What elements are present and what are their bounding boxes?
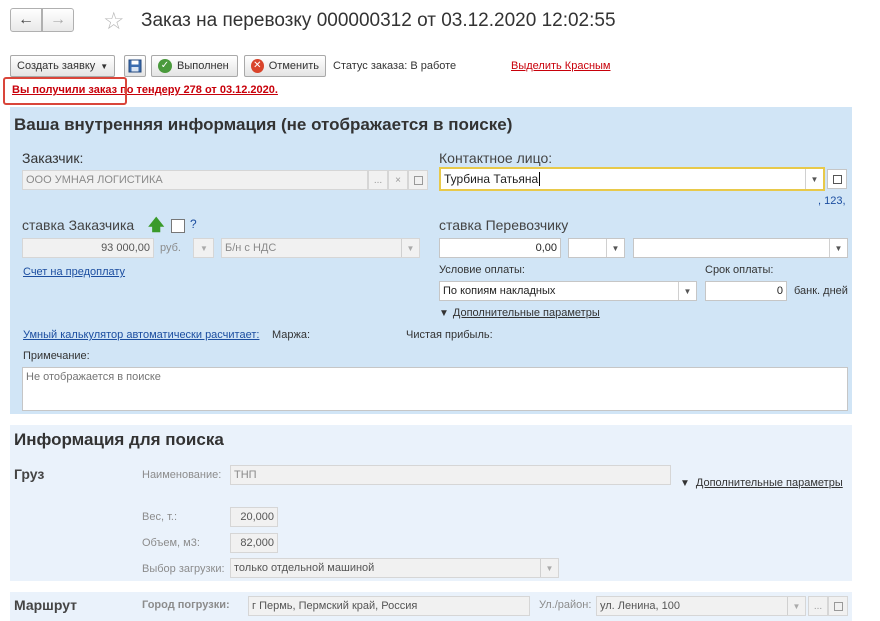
customer-rate-checkbox[interactable] bbox=[171, 219, 185, 233]
forward-button[interactable]: → bbox=[42, 8, 74, 32]
triangle-down-icon: ▼ bbox=[680, 478, 690, 489]
prepayment-invoice-link[interactable]: Счет на предоплату bbox=[23, 266, 125, 278]
page-title: Заказ на перевозку 000000312 от 03.12.20… bbox=[141, 10, 616, 31]
floppy-disk-icon bbox=[128, 59, 142, 73]
chevron-down-icon: ▼ bbox=[792, 601, 801, 611]
carrier-vat-dropdown-button[interactable]: ▼ bbox=[829, 239, 847, 257]
carrier-currency-dropdown-button[interactable]: ▼ bbox=[606, 239, 624, 257]
margin-label: Маржа: bbox=[272, 329, 311, 341]
street-open-button bbox=[828, 596, 848, 616]
arrow-left-icon: ← bbox=[18, 11, 34, 28]
weight-field: 20,000 bbox=[230, 507, 278, 527]
payment-term-label: Срок оплаты: bbox=[705, 264, 774, 276]
carrier-currency-dropdown[interactable]: ▼ bbox=[568, 238, 625, 258]
smart-calculator-link[interactable]: Умный калькулятор автоматически расчитае… bbox=[23, 329, 259, 341]
open-window-icon bbox=[833, 601, 843, 611]
weight-label: Вес, т.: bbox=[142, 511, 177, 523]
contact-phone-link[interactable]: , 123, bbox=[818, 195, 846, 207]
street-label: Ул./район: bbox=[539, 599, 592, 611]
favorite-star-icon[interactable]: ☆ bbox=[103, 7, 125, 36]
chevron-down-icon: ▼ bbox=[810, 174, 819, 184]
loading-choice-label: Выбор загрузки: bbox=[142, 563, 225, 575]
customer-clear-button: × bbox=[388, 170, 408, 190]
payment-term-unit: банк. дней bbox=[794, 285, 848, 297]
chevron-down-icon: ▼ bbox=[683, 286, 692, 296]
cargo-name-field: ТНП bbox=[230, 465, 671, 485]
volume-label: Объем, м3: bbox=[142, 537, 200, 549]
chevron-down-icon: ▼ bbox=[611, 243, 620, 253]
notice-highlight-box bbox=[3, 77, 127, 105]
volume-field: 82,000 bbox=[230, 533, 278, 553]
chevron-down-icon: ▼ bbox=[545, 563, 554, 573]
arrow-up-icon: 🡅 bbox=[148, 217, 165, 234]
customer-field: ООО УМНАЯ ЛОГИСТИКА bbox=[22, 170, 368, 190]
cancel-circle-icon: ✕ bbox=[251, 59, 264, 73]
carrier-rate-field[interactable]: 0,00 bbox=[439, 238, 561, 258]
cargo-extra-params-toggle[interactable]: ▼ Дополнительные параметры bbox=[680, 477, 843, 489]
loading-choice-dropdown-button: ▼ bbox=[540, 559, 558, 577]
search-info-panel: Информация для поиска Груз Наименование:… bbox=[10, 425, 852, 581]
check-circle-icon: ✓ bbox=[158, 59, 172, 73]
loading-city-label: Город погрузки: bbox=[142, 599, 230, 611]
street-dropdown-button: ▼ bbox=[787, 597, 805, 615]
note-label: Примечание: bbox=[23, 350, 90, 362]
street-select-button: ... bbox=[808, 596, 828, 616]
arrow-right-icon: → bbox=[50, 11, 66, 28]
route-panel: Маршрут Город погрузки: г Пермь, Пермски… bbox=[10, 592, 852, 621]
customer-rate-label: ставка Заказчика bbox=[22, 217, 135, 233]
carrier-vat-dropdown[interactable]: ▼ bbox=[633, 238, 848, 258]
create-request-button[interactable]: Создать заявку ▼ bbox=[10, 55, 115, 77]
close-icon: × bbox=[395, 174, 401, 186]
loading-city-field: г Пермь, Пермский край, Россия bbox=[248, 596, 530, 616]
street-field: ул. Ленина, 100 ▼ bbox=[596, 596, 806, 616]
help-icon[interactable]: ? bbox=[190, 217, 197, 231]
chevron-down-icon: ▼ bbox=[100, 61, 109, 71]
contact-dropdown-button[interactable]: ▼ bbox=[805, 169, 823, 189]
payment-condition-dropdown-button[interactable]: ▼ bbox=[678, 282, 696, 300]
route-section-label: Маршрут bbox=[14, 597, 78, 613]
done-button[interactable]: ✓ Выполнен bbox=[151, 55, 238, 77]
text-cursor bbox=[539, 172, 541, 186]
internal-info-title: Ваша внутренняя информация (не отображае… bbox=[14, 115, 513, 134]
internal-info-panel: Ваша внутренняя информация (не отображае… bbox=[10, 107, 852, 414]
customer-label: Заказчик: bbox=[22, 150, 84, 166]
contact-label: Контактное лицо: bbox=[439, 150, 553, 166]
open-window-icon bbox=[413, 175, 423, 185]
cargo-section-label: Груз bbox=[14, 466, 45, 482]
chevron-down-icon: ▼ bbox=[200, 243, 208, 253]
payment-term-field[interactable]: 0 bbox=[705, 281, 787, 301]
triangle-down-icon: ▼ bbox=[439, 308, 449, 319]
payment-condition-field[interactable]: По копиям накладных ▼ bbox=[439, 281, 697, 301]
loading-choice-field: только отдельной машиной ▼ bbox=[230, 558, 559, 578]
contact-field[interactable]: Турбина Татьяна ▼ bbox=[439, 167, 825, 191]
customer-select-button: ... bbox=[368, 170, 388, 190]
note-textarea[interactable] bbox=[22, 367, 848, 411]
currency-dropdown-button: ▼ bbox=[195, 239, 213, 257]
contact-open-button[interactable] bbox=[827, 169, 847, 189]
extra-params-toggle[interactable]: ▼ Дополнительные параметры bbox=[439, 307, 600, 319]
chevron-down-icon: ▼ bbox=[406, 243, 415, 253]
vat-dropdown-button: ▼ bbox=[401, 239, 419, 257]
customer-rate-field: 93 000,00 bbox=[22, 238, 154, 258]
currency-label: руб. bbox=[160, 242, 181, 254]
open-window-icon bbox=[832, 174, 842, 184]
cargo-name-label: Наименование: bbox=[142, 469, 222, 481]
carrier-rate-label: ставка Перевозчику bbox=[439, 217, 569, 233]
vat-field: Б/н с НДС ▼ bbox=[221, 238, 420, 258]
order-status: Статус заказа: В работе bbox=[333, 60, 457, 72]
chevron-down-icon: ▼ bbox=[834, 243, 843, 253]
back-button[interactable]: ← bbox=[10, 8, 42, 32]
net-profit-label: Чистая прибыль: bbox=[406, 329, 493, 341]
cancel-order-button[interactable]: ✕ Отменить bbox=[244, 55, 326, 77]
customer-open-button bbox=[408, 170, 428, 190]
payment-condition-label: Условие оплаты: bbox=[439, 264, 525, 276]
highlight-red-link[interactable]: Выделить Красным bbox=[511, 60, 611, 72]
search-info-title: Информация для поиска bbox=[14, 430, 224, 449]
currency-dropdown: ▼ bbox=[193, 238, 214, 258]
save-button[interactable] bbox=[124, 55, 146, 77]
